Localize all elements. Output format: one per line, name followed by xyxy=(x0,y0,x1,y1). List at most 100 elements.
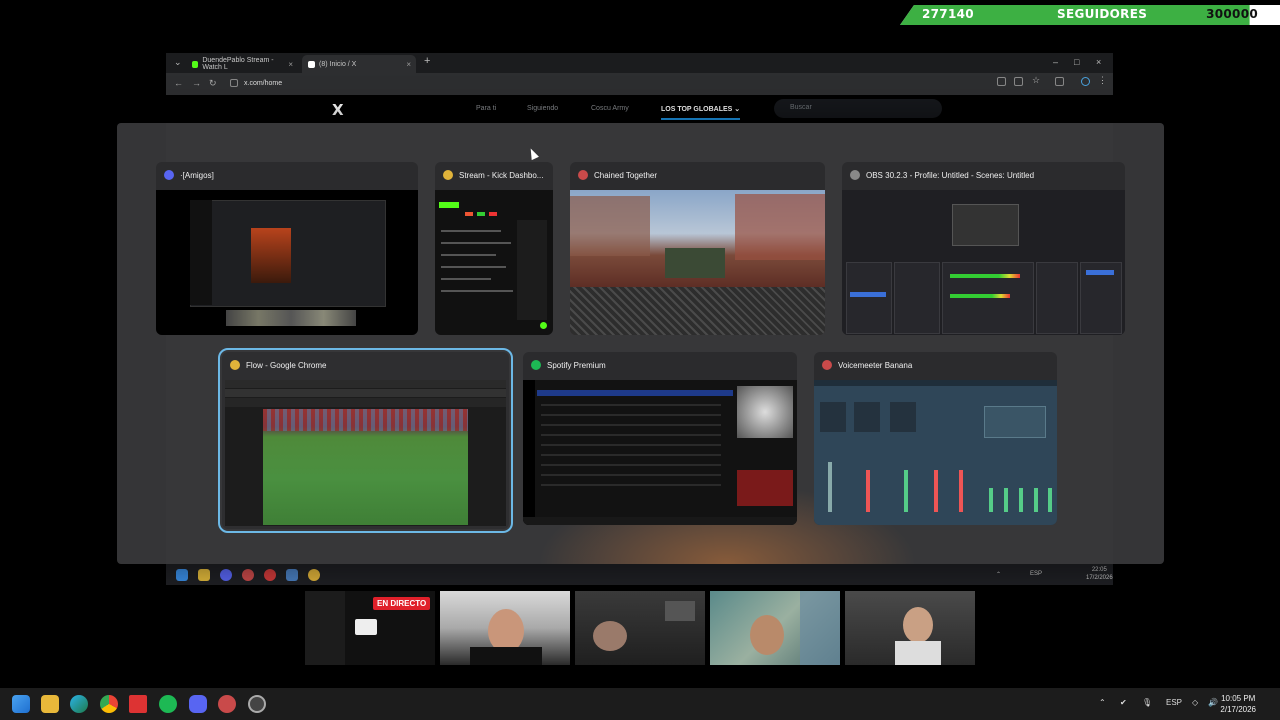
inner-time: 22:05 xyxy=(1091,567,1107,573)
address-bar[interactable]: x.com/home xyxy=(226,76,1086,92)
tray-chevron-icon[interactable]: ⌃ xyxy=(1099,698,1106,707)
browser-toolbar: ← → ↻ x.com/home ☆ ⋮ xyxy=(166,73,1113,95)
follower-count: 277140 xyxy=(922,7,974,21)
game-icon xyxy=(578,170,588,180)
tray-chevron-icon[interactable]: ⌃ xyxy=(996,571,1001,578)
inner-lang[interactable]: ESP xyxy=(1030,571,1042,577)
window-title: ·[Amigos] xyxy=(180,170,214,180)
switcher-card-discord[interactable]: ·[Amigos] xyxy=(156,162,418,335)
file-explorer-icon[interactable] xyxy=(198,569,210,581)
edge-icon[interactable] xyxy=(70,695,88,713)
tab-search-icon[interactable]: ⌄ xyxy=(174,57,182,68)
task-switcher: ·[Amigos] Stream - Kick Dashbo... Chaine… xyxy=(117,123,1164,564)
microphone-icon[interactable]: 🎙 xyxy=(1142,698,1152,707)
browser-tab-label: DuendePablo Stream - Watch L xyxy=(202,57,274,71)
game-launcher-icon[interactable] xyxy=(242,569,254,581)
back-icon[interactable]: ← xyxy=(174,78,183,88)
window-title: Spotify Premium xyxy=(547,360,606,370)
close-tab-icon[interactable]: × xyxy=(406,60,411,69)
reload-icon[interactable]: ↻ xyxy=(209,78,217,89)
webcam-feed-5 xyxy=(845,591,975,665)
chrome-icon xyxy=(443,170,453,180)
obs-icon xyxy=(850,170,860,180)
x-search-placeholder: Buscar xyxy=(790,104,812,111)
window-thumbnail xyxy=(523,380,797,525)
webcam-feed-3 xyxy=(575,591,705,665)
volume-icon[interactable]: 🔊 xyxy=(1208,698,1218,707)
webcam-feed-2 xyxy=(440,591,570,665)
switcher-card-kick-dashboard[interactable]: Stream - Kick Dashbo... xyxy=(435,162,553,335)
network-icon[interactable]: ◇ xyxy=(1192,698,1198,707)
close-window-icon[interactable]: × xyxy=(1096,57,1101,67)
window-title: Flow - Google Chrome xyxy=(246,360,327,370)
follower-label: SEGUIDORES xyxy=(1057,7,1148,21)
chrome-icon[interactable] xyxy=(100,695,118,713)
spotify-icon[interactable] xyxy=(159,695,177,713)
clock-date: 2/17/2026 xyxy=(1220,705,1256,714)
menu-icon[interactable]: ⋮ xyxy=(1098,75,1107,85)
discord-icon xyxy=(164,170,174,180)
discord-icon[interactable] xyxy=(189,695,207,713)
webcam-feed-4 xyxy=(710,591,840,665)
inner-date: 17/2/2026 xyxy=(1086,575,1113,581)
taskbar-clock[interactable]: 10:05 PM 2/17/2026 xyxy=(1220,693,1256,715)
windows-start-icon[interactable] xyxy=(12,695,30,713)
game-launcher-icon[interactable] xyxy=(218,695,236,713)
steam-icon[interactable] xyxy=(286,569,298,581)
language-indicator[interactable]: ESP xyxy=(1166,698,1182,707)
extensions-icon[interactable] xyxy=(1055,77,1064,86)
close-tab-icon[interactable]: × xyxy=(288,60,293,69)
x-tab-los-top-globales[interactable]: LOS TOP GLOBALES ⌄ xyxy=(661,105,741,120)
follower-goal: 300000 xyxy=(1206,7,1258,21)
switcher-card-voicemeeter[interactable]: Voicemeeter Banana xyxy=(814,352,1057,525)
spotify-icon xyxy=(531,360,541,370)
window-title: Stream - Kick Dashbo... xyxy=(459,170,544,180)
bookmark-star-icon[interactable]: ☆ xyxy=(1032,75,1041,85)
browser-tab-label: (8) Inicio / X xyxy=(319,60,357,68)
x-search-input[interactable]: Buscar xyxy=(774,99,942,118)
windows-start-icon[interactable] xyxy=(176,569,188,581)
window-thumbnail xyxy=(156,190,418,335)
tray-app-icon[interactable]: ✔ xyxy=(1120,698,1127,707)
x-icon xyxy=(308,60,315,68)
forward-icon[interactable]: → xyxy=(192,78,201,88)
switcher-card-chained-together[interactable]: Chained Together xyxy=(570,162,825,335)
windows-taskbar: ⌃ ✔ 🎙 ESP ◇ 🔊 10:05 PM 2/17/2026 xyxy=(0,688,1280,720)
minimize-icon[interactable]: – xyxy=(1053,57,1058,67)
window-thumbnail xyxy=(814,380,1057,525)
x-top-nav: X Para ti Siguiendo Coscu Army LOS TOP G… xyxy=(166,95,1113,123)
url-text: x.com/home xyxy=(244,80,283,87)
red-app-icon[interactable] xyxy=(264,569,276,581)
chrome-icon xyxy=(230,360,240,370)
switcher-card-flow-chrome[interactable]: Flow - Google Chrome xyxy=(218,348,513,533)
discord-icon[interactable] xyxy=(220,569,232,581)
new-tab-button[interactable]: + xyxy=(424,55,430,67)
eye-off-icon[interactable] xyxy=(1014,77,1023,86)
tab-strip: ⌄ DuendePablo Stream - Watch L × (8) Ini… xyxy=(166,53,1113,73)
inner-taskbar: ⌃ ESP 22:05 17/2/2026 xyxy=(166,565,1113,585)
switcher-card-obs[interactable]: OBS 30.2.3 - Profile: Untitled - Scenes:… xyxy=(842,162,1125,335)
window-thumbnail xyxy=(435,190,553,335)
browser-tab-x[interactable]: (8) Inicio / X × xyxy=(302,55,416,73)
follower-goal-bar: 277140 SEGUIDORES 300000 xyxy=(900,5,1280,25)
maximize-icon[interactable]: □ xyxy=(1074,57,1079,67)
voicemeeter-icon xyxy=(822,360,832,370)
inner-clock[interactable]: 22:05 17/2/2026 xyxy=(1086,566,1113,582)
kick-app-icon[interactable] xyxy=(129,695,147,713)
switcher-card-spotify[interactable]: Spotify Premium xyxy=(523,352,797,525)
cast-icon[interactable] xyxy=(997,77,1006,86)
chrome-icon[interactable] xyxy=(308,569,320,581)
file-explorer-icon[interactable] xyxy=(41,695,59,713)
x-tab-coscu-army[interactable]: Coscu Army xyxy=(591,105,629,112)
live-badge: EN DIRECTO xyxy=(373,597,431,610)
x-tab-siguiendo[interactable]: Siguiendo xyxy=(527,105,558,112)
browser-tab-kick[interactable]: DuendePablo Stream - Watch L × xyxy=(186,55,298,73)
window-thumbnail xyxy=(842,190,1125,335)
site-info-icon[interactable] xyxy=(230,79,238,87)
window-thumbnail xyxy=(225,380,506,526)
obs-icon[interactable] xyxy=(248,695,266,713)
profile-icon[interactable] xyxy=(1081,77,1090,86)
x-logo-icon[interactable]: X xyxy=(332,101,344,119)
x-tab-para-ti[interactable]: Para ti xyxy=(476,105,496,112)
clock-time: 10:05 PM xyxy=(1221,694,1256,703)
